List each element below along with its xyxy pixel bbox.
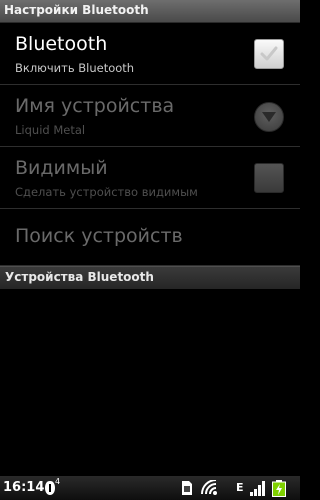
device-name-summary: Liquid Metal [15, 123, 86, 137]
discoverable-checkbox[interactable] [254, 163, 284, 193]
bluetooth-checkbox[interactable] [254, 39, 284, 69]
bluetooth-summary: Включить Bluetooth [15, 61, 135, 75]
discoverable-summary: Сделать устройство видимым [15, 185, 198, 199]
bluetooth-label: Bluetooth [15, 33, 108, 55]
device-name-item[interactable]: Имя устройства Liquid Metal [0, 85, 300, 147]
discoverable-item[interactable]: Видимый Сделать устройство видимым [0, 147, 300, 209]
title-bar: Настройки Bluetooth [0, 0, 300, 23]
checkmark-icon [260, 46, 278, 61]
network-type-label: E [236, 481, 244, 494]
edit-icon [254, 102, 284, 132]
devices-section-title: Устройства Bluetooth [5, 270, 154, 284]
devices-section-header: Устройства Bluetooth [0, 266, 300, 289]
wifi-icon [201, 480, 217, 495]
sim-icon [182, 481, 192, 495]
search-devices-item[interactable]: Поиск устройств [0, 208, 300, 266]
notification-badge: 4 [55, 477, 61, 486]
device-name-label: Имя устройства [15, 95, 175, 117]
chevron-down-icon [262, 112, 276, 122]
search-devices-label: Поиск устройств [15, 225, 183, 247]
status-bar: 16:14 4 E [0, 476, 300, 500]
bluetooth-toggle-item[interactable]: Bluetooth Включить Bluetooth [0, 23, 300, 85]
window-title: Настройки Bluetooth [4, 3, 149, 17]
status-time: 16:14 [3, 480, 45, 495]
discoverable-label: Видимый [15, 157, 108, 179]
battery-charging-icon [272, 480, 286, 497]
signal-icon [250, 481, 265, 496]
